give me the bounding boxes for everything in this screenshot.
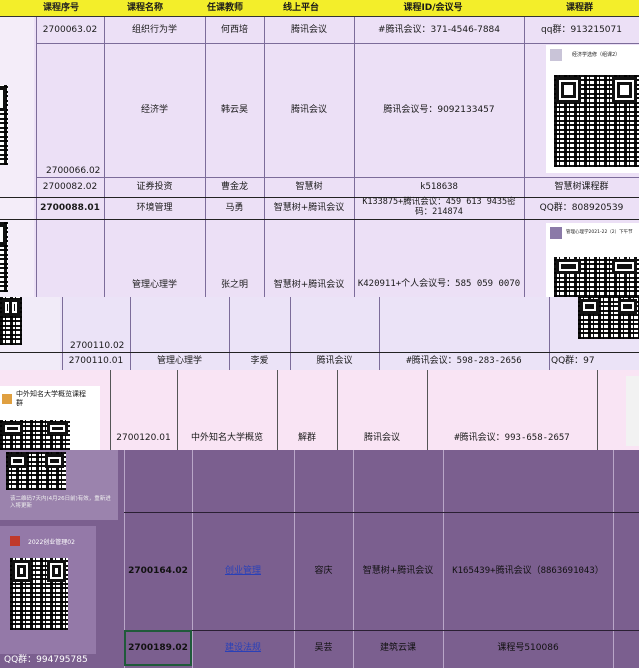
header-col-teacher: 任课教师 xyxy=(206,3,243,14)
qr-code-icon xyxy=(0,297,22,345)
group-caption: 2022创业管理02 xyxy=(28,539,75,546)
course-name[interactable]: 建设法规 xyxy=(192,630,294,666)
course-meeting: #腾讯会议：598-283-2656 xyxy=(406,356,522,367)
course-id: 2700082.02 xyxy=(42,181,98,192)
qr-code-icon xyxy=(10,558,68,630)
header-col-name: 课程名称 xyxy=(126,3,163,14)
upper-section: 2700063.02 组织行为学 何西培 腾讯会议 #腾讯会议：371-4546… xyxy=(0,17,639,297)
course-name: 经济学 xyxy=(140,104,168,115)
course-teacher: 李爱 xyxy=(250,356,269,367)
header-col-platform: 线上平台 xyxy=(282,3,319,14)
middle-section: 2700110.02 2700110.01 管理心理学 李爱 腾讯会议 #腾讯会… xyxy=(0,297,639,370)
group-card: 经济学选修（组课2） xyxy=(546,45,639,173)
course-name: 管理心理学 xyxy=(131,279,177,290)
course-id: 2700110.01 xyxy=(68,356,124,367)
course-platform: 智慧树+腾讯会议 xyxy=(362,565,434,576)
header-col-meeting: 课程ID/会议号 xyxy=(403,3,463,14)
course-meeting: k518638 xyxy=(420,181,458,192)
group-avatar-icon xyxy=(2,394,12,404)
header-col-id: 课程序号 xyxy=(42,3,79,14)
table-header: 课程序号 课程名称 任课教师 线上平台 课程ID/会议号 课程群 xyxy=(0,0,639,17)
qr-code-icon xyxy=(554,75,639,167)
group-note: 该二维码7天内(4月26日前)有效，重新进入将更新 xyxy=(10,496,111,510)
purple-section: 该二维码7天内(4月26日前)有效，重新进入将更新 2022创业管理02 QQ群… xyxy=(0,450,639,668)
group-caption: 经济学选修（组课2） xyxy=(572,52,621,58)
course-name: 中外知名大学概览 xyxy=(190,432,263,443)
group-caption: 管理心理学2021-22（2）下午节 xyxy=(566,230,633,235)
group-card: 管理心理学2021-22（2）下午节 xyxy=(546,223,639,297)
course-meeting: 腾讯会议号：9092133457 xyxy=(383,104,495,115)
course-teacher: 吴芸 xyxy=(314,642,333,653)
course-group: QQ群：97 xyxy=(551,356,595,367)
qr-code-icon xyxy=(0,85,8,165)
course-platform: 智慧树+腾讯会议 xyxy=(273,202,345,213)
group-card: 2022创业管理02 xyxy=(0,526,96,654)
course-name[interactable]: 创业管理 xyxy=(192,512,294,630)
qr-code-icon xyxy=(0,222,8,292)
qr-code-icon xyxy=(554,257,639,297)
course-group: QQ群：808920539 xyxy=(539,202,624,213)
course-platform: 腾讯会议 xyxy=(290,104,327,115)
course-id[interactable]: 2700189.02 xyxy=(124,630,192,666)
course-id: 2700066.02 xyxy=(46,166,101,176)
course-teacher: 曹金龙 xyxy=(220,181,248,192)
course-teacher: 张之明 xyxy=(220,279,248,290)
group-card: 该二维码7天内(4月26日前)有效，重新进入将更新 xyxy=(0,450,118,520)
course-id: 2700164.02 xyxy=(128,565,188,576)
course-name: 证券投资 xyxy=(136,181,173,192)
group-caption: 中外知名大学概览课程群 xyxy=(16,390,86,408)
qr-code-icon xyxy=(6,452,66,490)
group-avatar-icon xyxy=(10,536,20,546)
course-name: 环境管理 xyxy=(136,202,173,213)
pink-section: 中外知名大学概览课程群 2700120.01 中外知名大学概览 解群 腾讯会议 … xyxy=(0,370,639,450)
qr-code-icon xyxy=(578,297,639,339)
course-meeting: 课程号510086 xyxy=(497,642,559,653)
course-teacher: 解群 xyxy=(297,432,316,443)
course-group: qq群：913215071 xyxy=(541,24,622,35)
course-platform: 腾讯会议 xyxy=(363,432,400,443)
course-meeting: #腾讯会议：993-658-2657 xyxy=(454,432,570,443)
course-id: 2700088.01 xyxy=(40,202,100,213)
course-name: 管理心理学 xyxy=(156,356,202,367)
course-meeting: #腾讯会议：371-4546-7884 xyxy=(377,24,501,35)
course-teacher: 何西培 xyxy=(220,24,248,35)
course-meeting: K420911+个人会议号：585 059 0070 xyxy=(357,278,521,289)
course-id: 2700120.01 xyxy=(116,432,171,443)
header-col-group: 课程群 xyxy=(565,3,593,14)
course-name: 组织行为学 xyxy=(131,24,177,35)
course-platform: 腾讯会议 xyxy=(316,356,353,367)
course-meeting: K165439+腾讯会议（8863691043） xyxy=(452,565,604,576)
course-platform: 智慧树 xyxy=(295,181,323,192)
course-platform: 腾讯会议 xyxy=(290,24,327,35)
course-teacher: 马勇 xyxy=(225,202,244,213)
course-teacher: 容庆 xyxy=(314,565,333,576)
course-platform: 建筑云课 xyxy=(379,642,416,653)
group-card: 中外知名大学概览课程群 xyxy=(0,386,100,450)
course-id: 2700063.02 xyxy=(42,24,98,35)
course-group: 智慧树课程群 xyxy=(554,181,609,192)
group-avatar-icon xyxy=(550,49,562,61)
course-id: 2700110.02 xyxy=(70,341,125,351)
qr-code-icon xyxy=(0,420,70,450)
course-meeting: K133875+腾讯会议：459 613 9435密码：214874 xyxy=(362,197,516,217)
course-teacher: 韩云昊 xyxy=(220,104,248,115)
course-platform: 智慧树+腾讯会议 xyxy=(273,279,345,290)
group-avatar-icon xyxy=(550,227,562,239)
course-group: QQ群：994795785 xyxy=(4,655,88,665)
